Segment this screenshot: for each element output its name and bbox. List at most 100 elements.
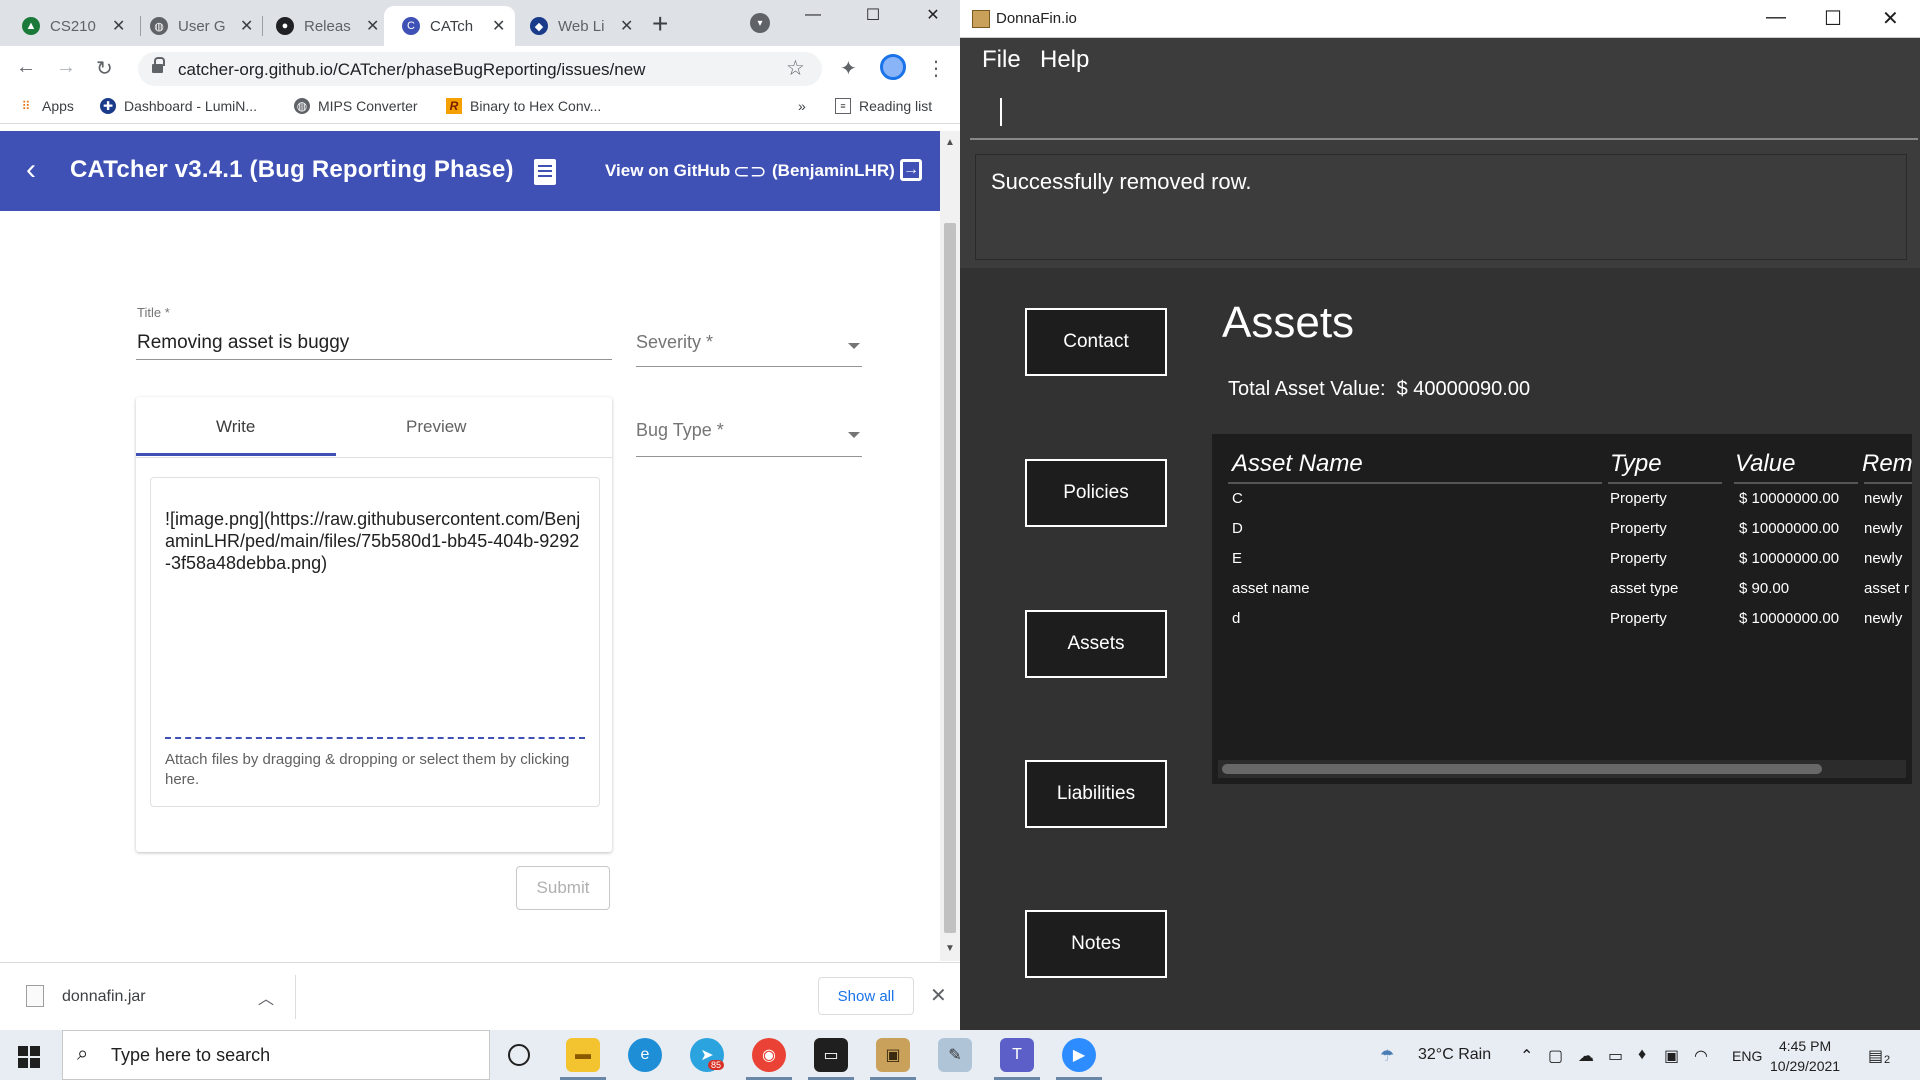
edge-icon[interactable]: e: [628, 1038, 662, 1072]
taskbar-search[interactable]: ⌕ Type here to search: [62, 1030, 490, 1080]
back-icon[interactable]: ←: [16, 56, 36, 79]
notes-tab-button[interactable]: Notes: [1025, 910, 1167, 978]
tab-search-icon[interactable]: ▾: [750, 13, 770, 33]
horizontal-scrollbar[interactable]: [1218, 760, 1906, 778]
maximize-icon[interactable]: ☐: [1824, 6, 1842, 31]
close-icon[interactable]: ✕: [492, 16, 505, 36]
cell-asset-name: D: [1232, 520, 1243, 537]
battery-icon[interactable]: ▭: [1608, 1046, 1623, 1066]
tab-strip: ▲ CS210 ✕ ◍ User G ✕ ● Releas ✕ C CATch …: [0, 0, 960, 46]
notification-count: 2: [1884, 1054, 1891, 1066]
cell-remarks: asset r: [1864, 580, 1910, 597]
windows-start-icon[interactable]: [18, 1046, 40, 1068]
attach-files-hint[interactable]: Attach files by dragging & dropping or s…: [165, 750, 585, 790]
chevron-up-icon[interactable]: ⌃: [1520, 1046, 1533, 1066]
close-window-icon[interactable]: ✕: [910, 0, 956, 30]
description-textarea[interactable]: ![image.png](https://raw.githubuserconte…: [150, 477, 600, 807]
close-icon[interactable]: ✕: [366, 16, 379, 36]
zoom-icon[interactable]: ▶: [1062, 1038, 1096, 1072]
task-view-icon[interactable]: [508, 1044, 530, 1066]
file-explorer-icon[interactable]: ▬: [566, 1038, 600, 1072]
weather-text[interactable]: 32°C Rain: [1418, 1046, 1491, 1064]
microphone-icon[interactable]: ♦: [1638, 1046, 1646, 1064]
severity-select[interactable]: Severity *: [636, 332, 713, 353]
column-header-asset-name[interactable]: Asset Name: [1232, 450, 1363, 478]
contact-tab-button[interactable]: Contact: [1025, 308, 1167, 376]
command-input[interactable]: [970, 84, 1918, 140]
column-header-value[interactable]: Value: [1735, 450, 1796, 478]
menu-file[interactable]: File: [982, 46, 1021, 74]
view-on-github-link[interactable]: View on GitHub: [605, 161, 730, 181]
tab-web-links[interactable]: ◆ Web Li ✕: [512, 6, 643, 46]
assets-table[interactable]: Asset Name Type Value Rem C Property $ 1…: [1212, 434, 1912, 784]
notifications-icon[interactable]: ▤: [1868, 1046, 1883, 1066]
profile-avatar[interactable]: [880, 54, 906, 80]
tab-cs210[interactable]: ▲ CS210 ✕: [4, 6, 135, 46]
bookmark-binary-hex[interactable]: R Binary to Hex Conv...: [446, 98, 601, 114]
new-tab-button[interactable]: +: [652, 8, 668, 40]
onedrive-icon[interactable]: ☁: [1578, 1046, 1594, 1066]
bookmark-apps[interactable]: ⠿ Apps: [18, 98, 74, 114]
terminal-icon[interactable]: ▭: [814, 1038, 848, 1072]
scroll-thumb[interactable]: [944, 223, 956, 933]
show-all-button[interactable]: Show all: [818, 977, 914, 1015]
telegram-badge: 85: [708, 1060, 725, 1070]
maximize-icon[interactable]: ☐: [850, 0, 896, 30]
paint-icon[interactable]: ✎: [938, 1038, 972, 1072]
submit-button[interactable]: Submit: [516, 866, 610, 910]
forward-icon[interactable]: →: [56, 56, 76, 79]
bookmark-mips[interactable]: ◍ MIPS Converter: [294, 98, 418, 114]
tab-write[interactable]: Write: [216, 417, 255, 437]
address-bar[interactable]: catcher-org.github.io/CATcher/phaseBugRe…: [138, 52, 822, 86]
tab-user-guide[interactable]: ◍ User G ✕: [132, 6, 263, 46]
close-icon[interactable]: ✕: [240, 16, 253, 36]
scroll-thumb[interactable]: [1222, 764, 1822, 774]
minimize-icon[interactable]: —: [1766, 6, 1786, 29]
window-title: DonnaFin.io: [996, 10, 1077, 27]
bookmark-label: Binary to Hex Conv...: [470, 98, 602, 114]
scroll-down-icon[interactable]: ▼: [945, 943, 955, 954]
bookmark-dashboard[interactable]: ✚ Dashboard - LumiN...: [100, 98, 257, 114]
download-filename[interactable]: donnafin.jar: [62, 988, 146, 1006]
close-window-icon[interactable]: ✕: [1882, 6, 1899, 31]
bookmark-star-icon[interactable]: ☆: [786, 56, 805, 81]
title-input[interactable]: Removing asset is buggy: [137, 332, 349, 354]
cell-type: Property: [1610, 610, 1667, 627]
system-clock[interactable]: 4:45 PM 10/29/2021: [1770, 1036, 1840, 1076]
menu-help[interactable]: Help: [1040, 46, 1089, 74]
menu-dots-icon[interactable]: ⋮: [926, 56, 946, 81]
close-icon[interactable]: ✕: [112, 16, 125, 36]
donnafin-app-icon[interactable]: ▣: [876, 1038, 910, 1072]
close-icon[interactable]: ✕: [930, 983, 947, 1008]
reload-icon[interactable]: ↻: [96, 56, 113, 81]
cell-type: asset type: [1610, 580, 1679, 597]
chevron-up-icon[interactable]: ︿: [258, 985, 274, 1009]
bookmarks-overflow[interactable]: »: [798, 98, 806, 114]
minimize-icon[interactable]: —: [790, 0, 836, 30]
back-arrow-icon[interactable]: ‹: [26, 153, 36, 187]
tab-catcher[interactable]: C CATch ✕: [384, 6, 516, 46]
meet-now-icon[interactable]: ▢: [1548, 1046, 1563, 1066]
liabilities-tab-button[interactable]: Liabilities: [1025, 760, 1167, 828]
close-icon[interactable]: ✕: [620, 16, 633, 36]
chrome-icon[interactable]: ◉: [752, 1038, 786, 1072]
assets-tab-button[interactable]: Assets: [1025, 610, 1167, 678]
extensions-icon[interactable]: ✦: [840, 56, 857, 81]
document-icon[interactable]: [534, 159, 556, 185]
wifi-icon[interactable]: ◠: [1694, 1046, 1708, 1066]
donnafin-titlebar: DonnaFin.io — ☐ ✕: [960, 0, 1920, 38]
tab-releases[interactable]: ● Releas ✕: [258, 6, 389, 46]
column-header-type[interactable]: Type: [1610, 450, 1662, 478]
scroll-up-icon[interactable]: ▲: [945, 137, 955, 148]
bug-type-select[interactable]: Bug Type *: [636, 420, 724, 441]
column-header-remarks[interactable]: Rem: [1862, 450, 1912, 478]
language-indicator[interactable]: ENG: [1732, 1048, 1762, 1064]
page-scrollbar[interactable]: ▲ ▼: [940, 131, 960, 961]
catcher-icon: C: [402, 17, 420, 35]
reading-list[interactable]: ≡ Reading list: [835, 98, 932, 114]
logout-icon[interactable]: →: [900, 159, 922, 181]
teams-icon[interactable]: T: [1000, 1038, 1034, 1072]
policies-tab-button[interactable]: Policies: [1025, 459, 1167, 527]
display-icon[interactable]: ▣: [1664, 1046, 1679, 1066]
tab-preview[interactable]: Preview: [406, 417, 466, 437]
